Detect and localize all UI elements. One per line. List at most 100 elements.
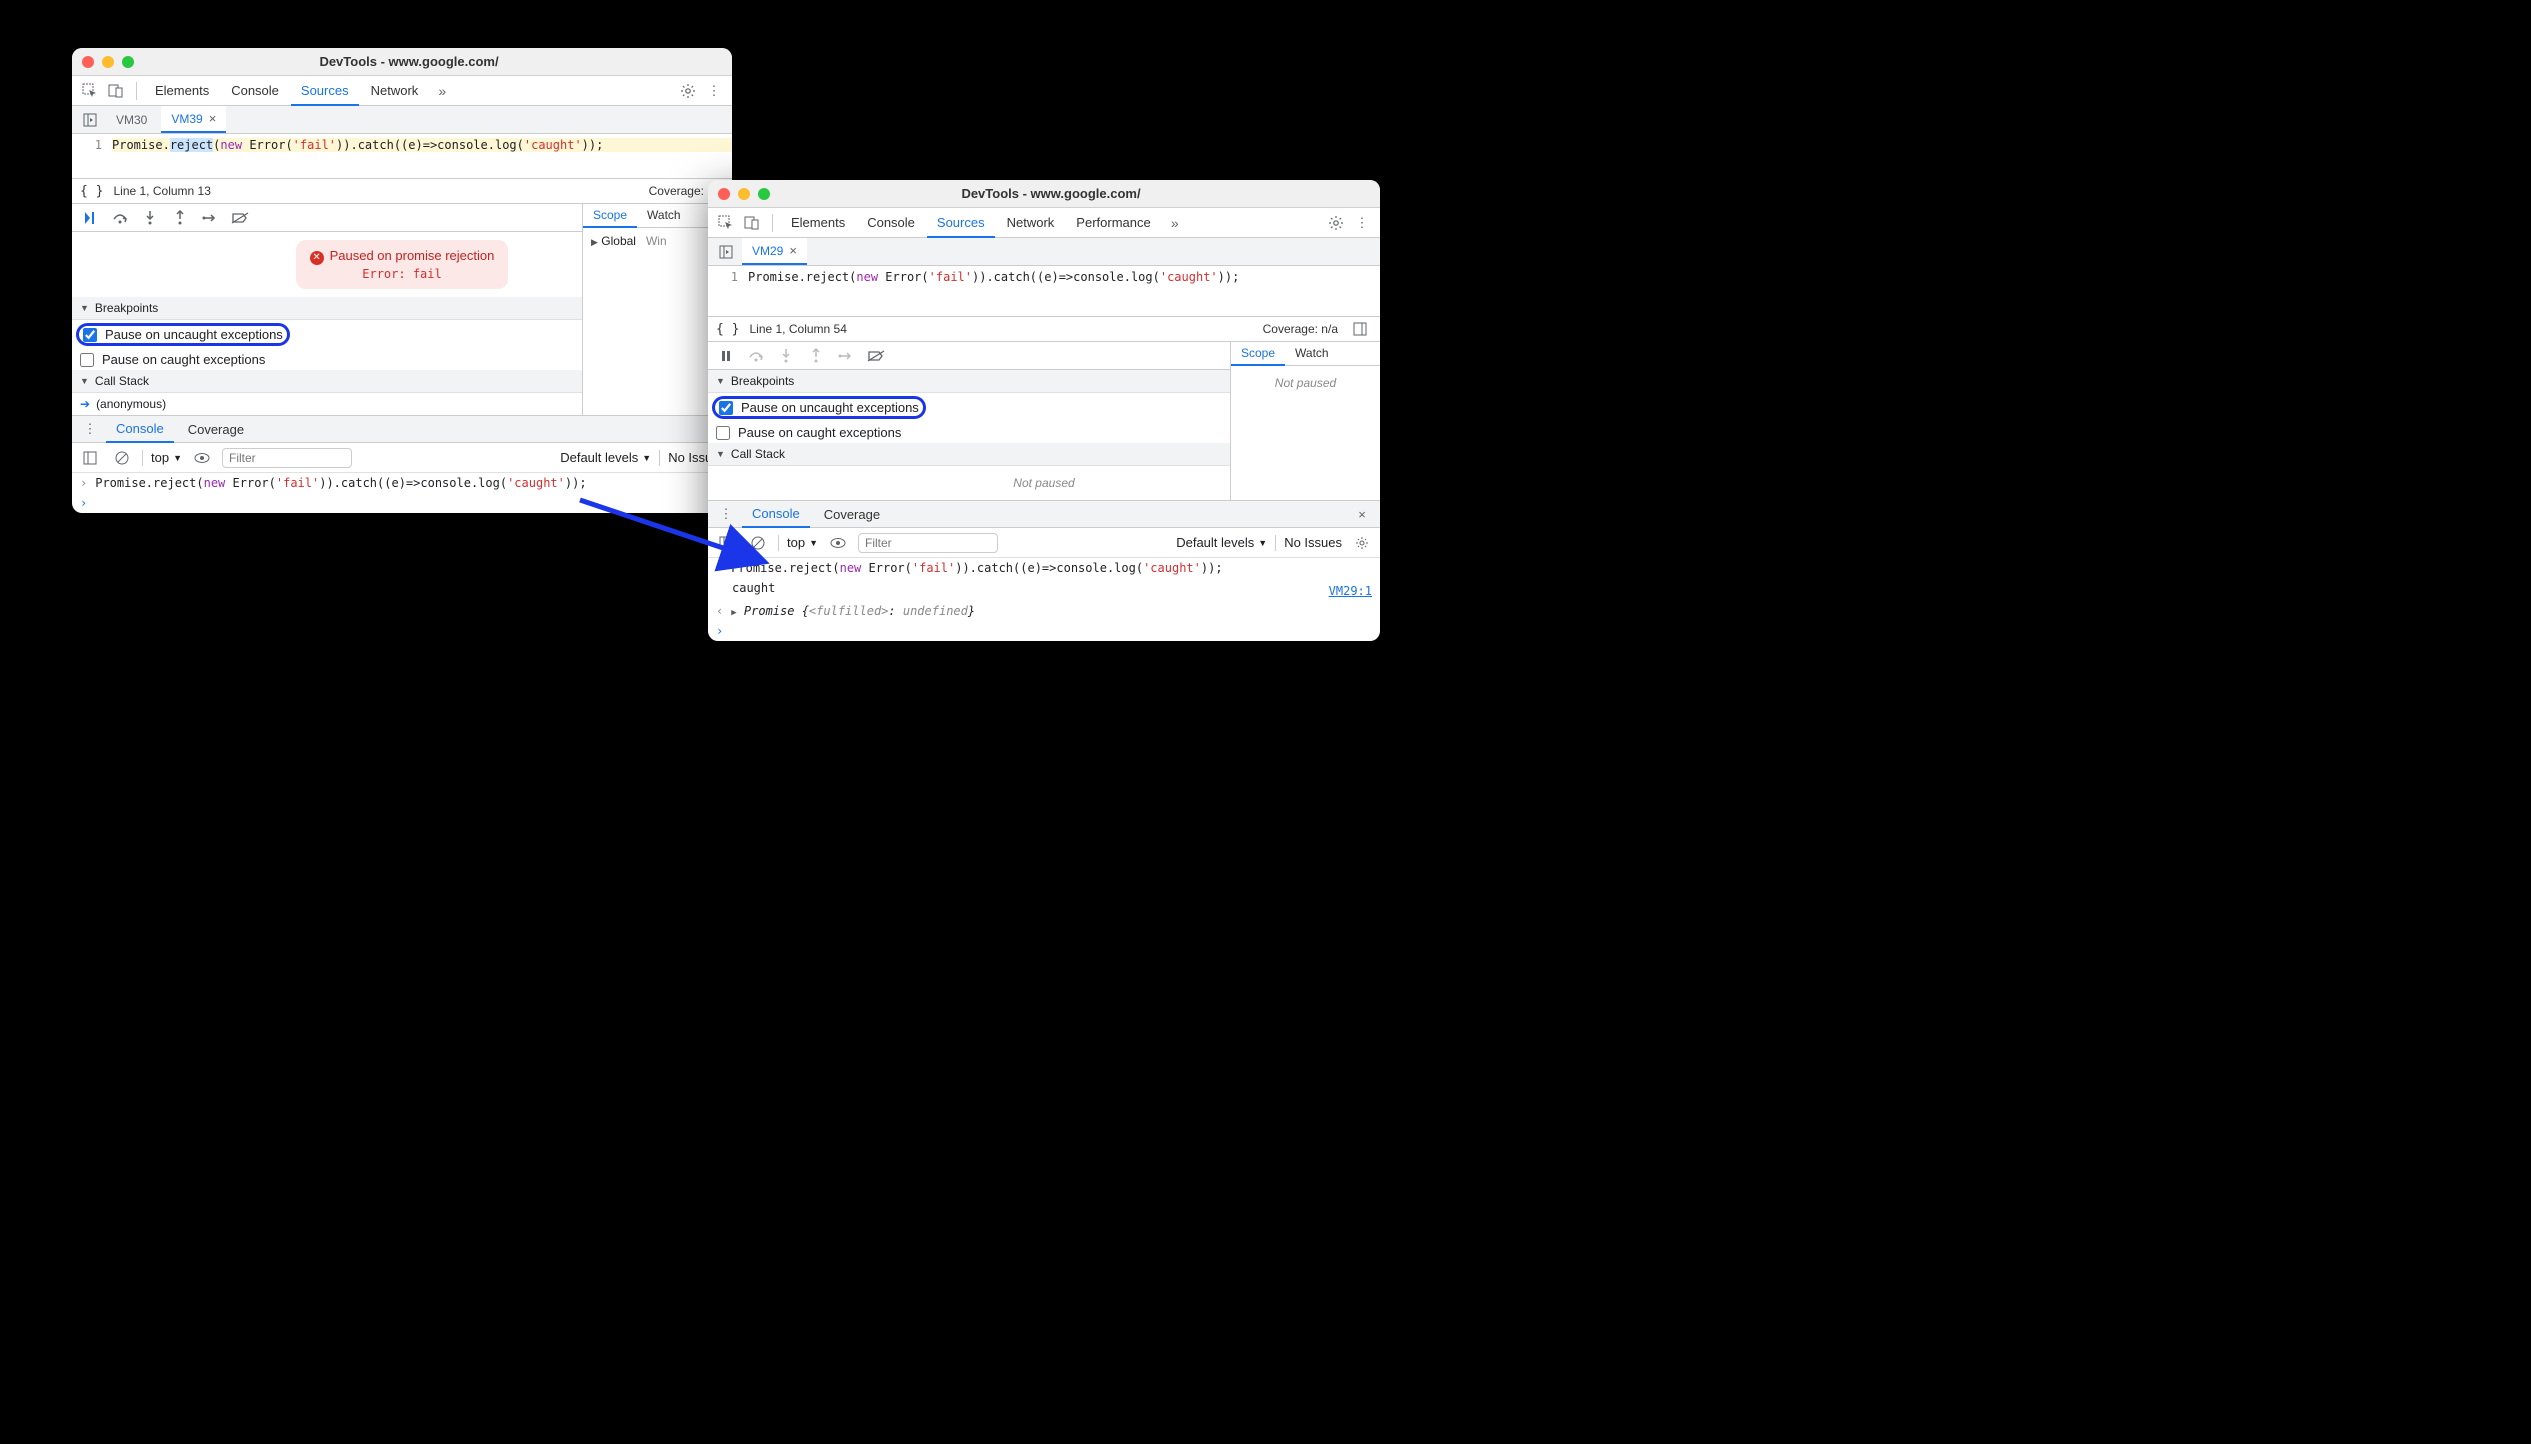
console-filter-input[interactable]: [858, 533, 998, 553]
scope-tab[interactable]: Scope: [1231, 342, 1285, 366]
console-next-prompt[interactable]: ›: [708, 621, 1380, 641]
console-context-selector[interactable]: top▼: [151, 450, 182, 465]
deactivate-breakpoints-icon[interactable]: [228, 206, 252, 230]
step-out-icon[interactable]: [168, 206, 192, 230]
watch-tab[interactable]: Watch: [637, 204, 691, 226]
tab-sources[interactable]: Sources: [927, 208, 995, 238]
disclosure-triangle-icon: ▼: [80, 303, 89, 313]
drawer-tab-console[interactable]: Console: [742, 501, 810, 528]
code-editor[interactable]: 1 Promise.reject(new Error('fail')).catc…: [708, 266, 1380, 316]
settings-icon[interactable]: [1324, 211, 1348, 235]
scope-global-row[interactable]: ▶ Global: [591, 234, 636, 248]
clear-console-icon[interactable]: [746, 531, 770, 555]
console-next-prompt[interactable]: ›: [72, 493, 732, 513]
resume-icon[interactable]: [78, 206, 102, 230]
device-toolbar-icon[interactable]: [740, 211, 764, 235]
scope-tab[interactable]: Scope: [583, 204, 637, 228]
tab-console[interactable]: Console: [221, 76, 289, 105]
minimize-window-icon[interactable]: [738, 188, 750, 200]
input-prompt-icon: ›: [80, 496, 87, 510]
console-settings-icon[interactable]: [1350, 531, 1374, 555]
tab-performance[interactable]: Performance: [1066, 208, 1160, 237]
tab-network[interactable]: Network: [997, 208, 1065, 237]
input-prompt-icon: ›: [716, 624, 723, 638]
file-tabs: VM30 VM39 ×: [72, 106, 732, 134]
live-expression-icon[interactable]: [826, 531, 850, 555]
editor-status-bar: { } Line 1, Column 13 Coverage: n/a: [72, 178, 732, 204]
console-sidebar-icon[interactable]: [714, 531, 738, 555]
line-number: 1: [708, 270, 748, 284]
close-window-icon[interactable]: [82, 56, 94, 68]
pause-uncaught-label: Pause on uncaught exceptions: [741, 400, 919, 415]
error-icon: ✕: [310, 251, 324, 265]
pause-uncaught-label: Pause on uncaught exceptions: [105, 327, 283, 342]
file-tab-vm29[interactable]: VM29 ×: [742, 238, 807, 265]
main-toolbar: Elements Console Sources Network » ⋮: [72, 76, 732, 106]
watch-tab[interactable]: Watch: [1285, 342, 1339, 364]
inspect-element-icon[interactable]: [714, 211, 738, 235]
file-tab-vm30[interactable]: VM30: [106, 106, 157, 133]
tab-elements[interactable]: Elements: [781, 208, 855, 237]
step-over-icon[interactable]: [108, 206, 132, 230]
drawer-tab-coverage[interactable]: Coverage: [178, 416, 254, 442]
device-toolbar-icon[interactable]: [104, 79, 128, 103]
pause-caught-checkbox[interactable]: [80, 353, 94, 367]
drawer-tab-coverage[interactable]: Coverage: [814, 501, 890, 527]
cursor-position: Line 1, Column 54: [749, 322, 846, 336]
more-tabs-icon[interactable]: »: [1163, 211, 1187, 235]
maximize-window-icon[interactable]: [758, 188, 770, 200]
more-options-icon[interactable]: ⋮: [1350, 211, 1374, 235]
step-into-icon[interactable]: [138, 206, 162, 230]
drawer-more-icon[interactable]: ⋮: [714, 502, 738, 526]
maximize-window-icon[interactable]: [122, 56, 134, 68]
pause-uncaught-checkbox[interactable]: [83, 328, 97, 342]
pretty-print-icon[interactable]: { }: [716, 322, 739, 337]
navigator-toggle-icon[interactable]: [714, 240, 738, 264]
log-level-selector[interactable]: Default levels▼: [560, 450, 651, 465]
pause-icon[interactable]: [714, 344, 738, 368]
console-toolbar: top▼ Default levels▼ No Issues: [708, 528, 1380, 558]
settings-icon[interactable]: [676, 79, 700, 103]
pause-caught-checkbox[interactable]: [716, 426, 730, 440]
console-filter-input[interactable]: [222, 448, 352, 468]
minimize-window-icon[interactable]: [102, 56, 114, 68]
code-line-1[interactable]: Promise.reject(new Error('fail')).catch(…: [112, 138, 732, 152]
inspect-element-icon[interactable]: [78, 79, 102, 103]
tab-sources[interactable]: Sources: [291, 76, 359, 106]
pretty-print-icon[interactable]: { }: [80, 184, 103, 199]
close-file-icon[interactable]: ×: [209, 111, 217, 126]
console-result-line[interactable]: ‹ ▶ Promise {<fulfilled>: undefined}: [708, 601, 1380, 621]
deactivate-breakpoints-icon[interactable]: [864, 344, 888, 368]
code-line-1[interactable]: Promise.reject(new Error('fail')).catch(…: [748, 270, 1380, 284]
disclosure-triangle-icon: ▼: [716, 449, 725, 459]
drawer-more-icon[interactable]: ⋮: [78, 417, 102, 441]
drawer-tabs: ⋮ Console Coverage ×: [708, 500, 1380, 528]
tab-console[interactable]: Console: [857, 208, 925, 237]
source-link[interactable]: VM29:1: [1329, 584, 1372, 598]
debugger-sidebar-toggle-icon[interactable]: [1348, 317, 1372, 341]
log-level-selector[interactable]: Default levels▼: [1176, 535, 1267, 550]
step-icon[interactable]: [198, 206, 222, 230]
issues-button[interactable]: No Issues: [1284, 535, 1342, 550]
navigator-toggle-icon[interactable]: [78, 108, 102, 132]
close-drawer-icon[interactable]: ×: [1350, 502, 1374, 526]
live-expression-icon[interactable]: [190, 446, 214, 470]
code-editor[interactable]: 1 Promise.reject(new Error('fail')).catc…: [72, 134, 732, 178]
drawer-tab-console[interactable]: Console: [106, 416, 174, 443]
cursor-position: Line 1, Column 13: [113, 184, 210, 198]
console-input-line[interactable]: › Promise.reject(new Error('fail')).catc…: [72, 473, 732, 493]
file-tab-vm39[interactable]: VM39 ×: [161, 106, 226, 133]
clear-console-icon[interactable]: [110, 446, 134, 470]
tab-elements[interactable]: Elements: [145, 76, 219, 105]
console-context-selector[interactable]: top▼: [787, 535, 818, 550]
more-options-icon[interactable]: ⋮: [702, 79, 726, 103]
console-input-line[interactable]: › Promise.reject(new Error('fail')).catc…: [708, 558, 1380, 578]
tab-network[interactable]: Network: [361, 76, 429, 105]
more-tabs-icon[interactable]: »: [430, 79, 454, 103]
close-window-icon[interactable]: [718, 188, 730, 200]
window-title: DevTools - www.google.com/: [782, 186, 1320, 201]
console-sidebar-icon[interactable]: [78, 446, 102, 470]
pause-uncaught-checkbox[interactable]: [719, 401, 733, 415]
close-file-icon[interactable]: ×: [789, 243, 797, 258]
console-log-output: caught VM29:1: [708, 578, 1380, 601]
